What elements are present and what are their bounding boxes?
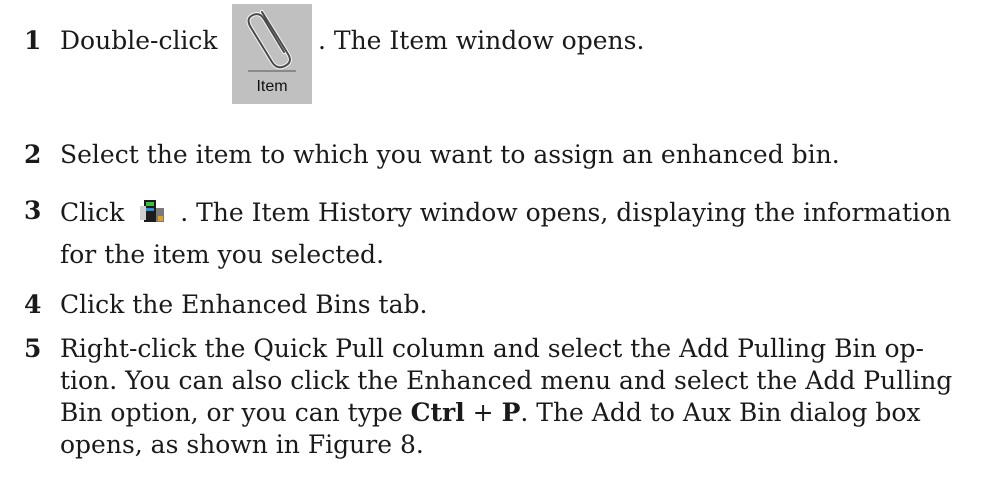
step-3-text-after: . The Item History window opens, display… <box>180 198 952 227</box>
step-number: 4 <box>24 290 42 319</box>
step-5-line-3-b: . The Add to Aux Bin dialog box <box>520 398 921 427</box>
step-5-line-2: tion. You can also click the Enhanced me… <box>60 366 953 395</box>
keyboard-key-ctrl: Ctrl <box>410 398 465 427</box>
step-1-text-after: . The Item window opens. <box>318 26 645 55</box>
step-number: 1 <box>24 26 42 55</box>
step-3-text-before: Click <box>60 198 125 227</box>
plus-sign: + <box>464 398 502 427</box>
step-5-line-3-a: Bin option, or you can type <box>60 398 411 427</box>
step-number: 5 <box>24 334 42 363</box>
keyboard-key-p: P <box>501 398 521 427</box>
paperclip-icon <box>246 10 292 70</box>
step-number: 3 <box>24 196 42 225</box>
step-3-line-1: Click . The Item History window opens, d… <box>60 196 951 227</box>
step-3: 3 Click . The Item History window opens,… <box>0 196 996 276</box>
step-1: 1 Double-click Item . The Item window op… <box>0 0 996 110</box>
step-2: 2 Select the item to which you want to a… <box>0 140 996 180</box>
step-5-line-1: Right-click the Quick Pull column and se… <box>60 334 924 363</box>
step-2-text: Select the item to which you want to ass… <box>60 140 840 169</box>
step-5-line-3: Bin option, or you can type Ctrl + P. Th… <box>60 398 921 427</box>
step-1-text-before: Double-click <box>60 26 218 55</box>
step-4-text: Click the Enhanced Bins tab. <box>60 290 428 319</box>
step-4: 4 Click the Enhanced Bins tab. <box>0 290 996 330</box>
step-5: 5 Right-click the Quick Pull column and … <box>0 334 996 474</box>
step-3-line-2: for the item you selected. <box>60 240 385 269</box>
step-number: 2 <box>24 140 42 169</box>
icon-divider <box>248 70 296 72</box>
step-5-line-4: opens, as shown in Figure 8. <box>60 430 424 459</box>
item-history-icon[interactable] <box>136 196 166 226</box>
item-toolbar-button[interactable]: Item <box>232 4 312 104</box>
item-icon-label: Item <box>256 78 288 95</box>
